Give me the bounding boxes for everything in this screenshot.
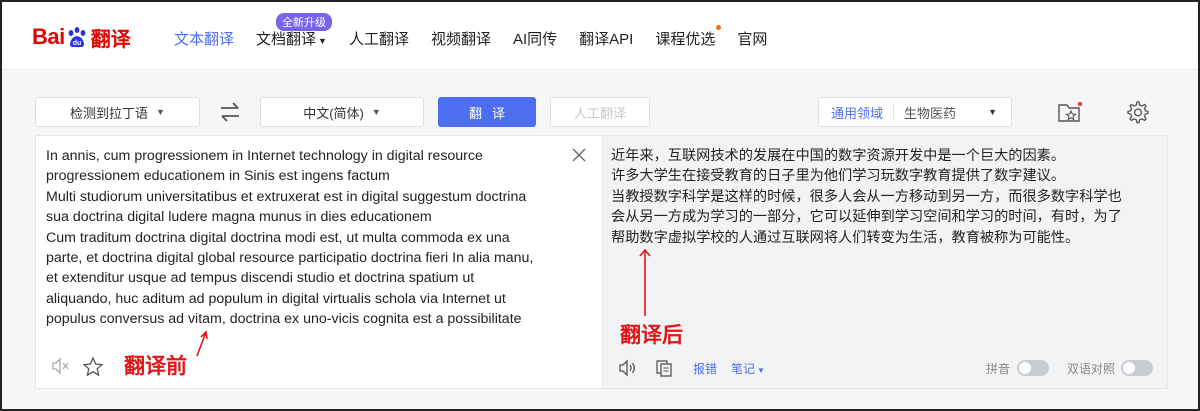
arrow-after-icon: [639, 248, 651, 316]
target-language-select[interactable]: 中文(简体) ▼: [260, 97, 424, 127]
swap-languages-icon[interactable]: [218, 101, 242, 123]
source-line: progressionem educationem in Sinis est i…: [46, 168, 390, 185]
nav-courses[interactable]: 课程优选: [655, 25, 722, 49]
source-line: Multi studiorum universitatibus et extru…: [46, 188, 527, 205]
nav-label: 人工翻译: [348, 31, 409, 48]
translation-output-panel: 近年来，互联网技术的发展在中国的数字资源开发中是一个巨大的因素。 许多大学生在接…: [603, 135, 1168, 389]
report-error-link[interactable]: 报错: [693, 360, 717, 377]
target-line: 当教授数字科学是这样的时候，很多人会从一方移动到另一方，而很多数字科学也: [611, 188, 1122, 205]
source-line: aliquando, huc aditum ad populum in digi…: [46, 290, 506, 307]
nav-translate-api[interactable]: 翻译API: [579, 28, 633, 49]
domain-divider: [893, 105, 895, 119]
nav-label: 官网: [737, 31, 768, 48]
toggle-knob: [1019, 362, 1031, 374]
human-translate-button[interactable]: 人工翻译: [550, 97, 650, 127]
chevron-down-icon: ▼: [318, 36, 327, 46]
source-line: In annis, cum progressionem in Internet …: [46, 148, 483, 164]
source-text-panel[interactable]: In annis, cum progressionem in Internet …: [35, 135, 603, 389]
target-language-value: 中文(简体): [303, 105, 364, 121]
top-header: Bai du 翻译 文本翻译 全新升级 文档翻译 ▼ 人工翻译 视频翻译 AI同传…: [2, 2, 1198, 70]
target-line: 会从另一方成为学习的一部分，它可以延伸到学习空间和学习的时间，有时，为了: [611, 209, 1122, 226]
nav-official-site[interactable]: 官网: [737, 28, 767, 49]
baidu-fanyi-logo[interactable]: Bai du 翻译: [32, 18, 131, 56]
arrow-before-icon: [196, 330, 208, 357]
source-language-value: 检测到拉丁语: [70, 105, 149, 121]
logo-bai-text: Bai: [32, 24, 65, 49]
source-textarea[interactable]: In annis, cum progressionem in Internet …: [46, 146, 566, 330]
notes-label: 笔记: [731, 362, 756, 376]
caret-down-icon: ▼: [757, 366, 765, 375]
nav-label: 视频翻译: [430, 31, 491, 48]
new-upgrade-badge: 全新升级: [276, 13, 333, 31]
target-line: 帮助数字虚拟学校的人通过互联网将人们转变为生活，教育被称为可能性。: [611, 229, 1080, 246]
nav-label: 翻译API: [579, 31, 634, 48]
nav-label: 文档翻译: [256, 31, 317, 48]
source-line: populus conversus ad vitam, doctrina ex …: [46, 311, 522, 328]
source-line: sua doctrina digital ludere magna munus …: [46, 209, 432, 226]
nav-label: AI同传: [512, 31, 558, 48]
logo-du-text: du: [72, 40, 81, 47]
favorites-folder-icon[interactable]: [1057, 100, 1083, 124]
speaker-mute-icon[interactable]: [50, 356, 70, 376]
app-window: Bai du 翻译 文本翻译 全新升级 文档翻译 ▼ 人工翻译 视频翻译 AI同传…: [0, 0, 1200, 411]
nav-doc-translate[interactable]: 全新升级 文档翻译 ▼: [256, 13, 333, 49]
notes-dropdown[interactable]: 笔记 ▼: [731, 360, 765, 377]
caret-down-icon: ▼: [988, 107, 997, 117]
nav-label: 课程优选: [655, 31, 716, 48]
domain-biomedical[interactable]: 生物医药: [904, 103, 956, 122]
nav-label: 文本翻译: [174, 31, 235, 48]
domain-general[interactable]: 通用领域: [831, 103, 883, 122]
translate-button[interactable]: 翻译: [438, 97, 536, 127]
baidu-paw-icon: du: [68, 27, 86, 47]
nav-ai-interpret[interactable]: AI同传: [513, 28, 557, 49]
source-line: Cum traditum doctrina digital doctrina m…: [46, 229, 510, 246]
copy-icon[interactable]: [655, 359, 673, 377]
star-icon[interactable]: [82, 356, 104, 378]
translate-toolbar: 检测到拉丁语 ▼ 中文(简体) ▼ 翻译 人工翻译 通用领域 生物医药 ▼: [2, 97, 1198, 129]
main-nav: 文本翻译 全新升级 文档翻译 ▼ 人工翻译 视频翻译 AI同传 翻译API 课程优…: [174, 13, 789, 49]
nav-text-translate[interactable]: 文本翻译: [174, 28, 234, 49]
target-line: 近年来，互联网技术的发展在中国的数字资源开发中是一个巨大的因素。: [611, 148, 1066, 164]
caret-down-icon: ▼: [371, 107, 381, 117]
speaker-icon[interactable]: [617, 358, 637, 378]
caret-down-icon: ▼: [156, 107, 165, 117]
gear-icon[interactable]: [1125, 100, 1149, 124]
annotation-before: 翻译前: [124, 353, 187, 378]
nav-human-translate[interactable]: 人工翻译: [349, 28, 409, 49]
source-line: parte, et doctrina digital global resour…: [46, 250, 534, 267]
nav-video-translate[interactable]: 视频翻译: [431, 28, 491, 49]
domain-select[interactable]: 通用领域 生物医药 ▼: [818, 97, 1012, 127]
source-line: et extenditur usque ad tempus discendi s…: [46, 270, 475, 287]
bilingual-toggle[interactable]: [1121, 360, 1153, 376]
pinyin-label: 拼音: [986, 362, 1011, 376]
pinyin-toggle[interactable]: [1017, 360, 1049, 376]
notification-dot: [716, 25, 722, 30]
toggle-knob: [1123, 362, 1135, 374]
logo-fanyi-text: 翻译: [90, 28, 131, 51]
annotation-after: 翻译后: [620, 322, 683, 347]
translation-text: 近年来，互联网技术的发展在中国的数字资源开发中是一个巨大的因素。 许多大学生在接…: [611, 146, 1159, 248]
source-language-select[interactable]: 检测到拉丁语 ▼: [35, 97, 200, 127]
close-icon[interactable]: [570, 146, 588, 164]
bilingual-label: 双语对照: [1067, 362, 1116, 376]
target-line: 许多大学生在接受教育的日子里为他们学习玩数字教育提供了数字建议。: [611, 168, 1066, 185]
